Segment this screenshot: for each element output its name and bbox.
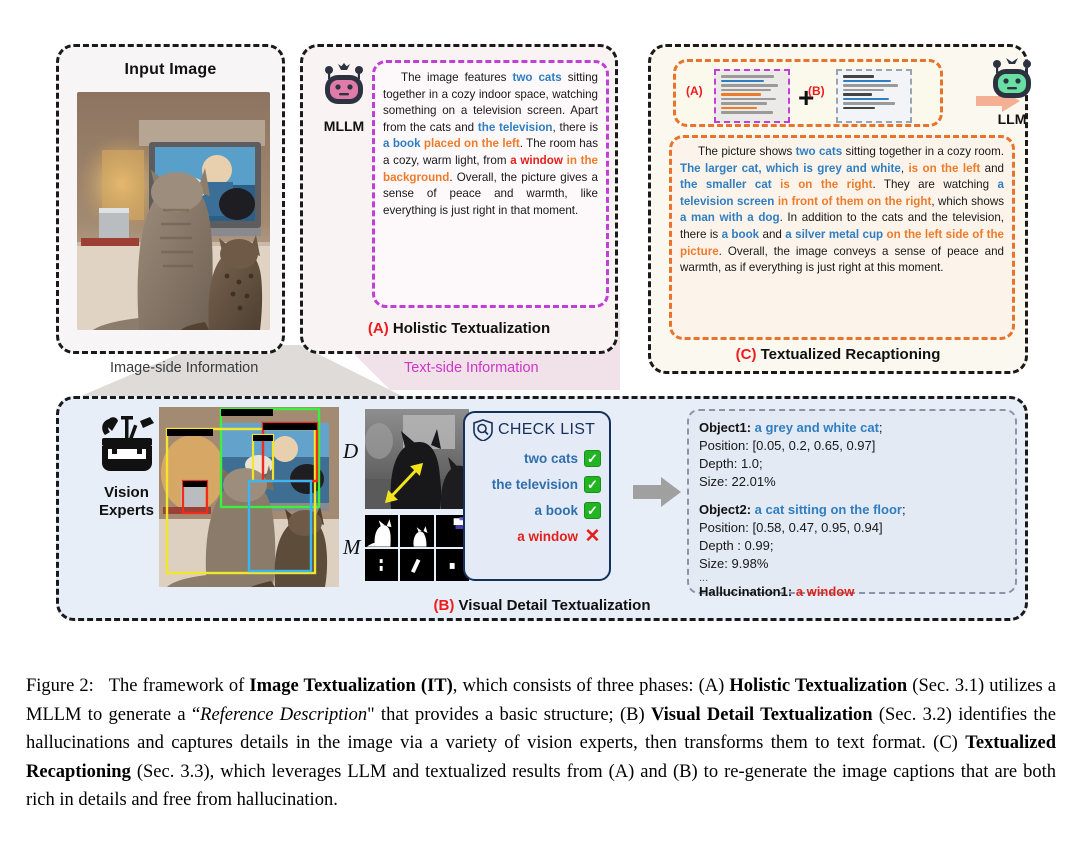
segmentation-mask-grid: [365, 515, 469, 581]
object-depth-row: Depth: 1.0;: [699, 455, 1005, 473]
input-photo: [77, 92, 270, 330]
holistic-caption-tag: (A): [367, 320, 389, 337]
depth-value: 1.0;: [740, 456, 763, 471]
object-details-box: Object1: a grey and white cat; Position:…: [687, 409, 1017, 599]
position-label: Position:: [699, 438, 749, 453]
figure-number: Figure 2:: [26, 676, 94, 696]
textualized-recaptioning-panel: (A) + (B) LLM The picture shows two cats…: [648, 44, 1031, 374]
object-size-row: Size: 9.98%: [699, 555, 1005, 573]
object-value: a grey and white cat: [754, 420, 879, 435]
object-key: Object1: [699, 420, 747, 435]
check-list-item-the-television[interactable]: the television ✓: [473, 476, 601, 493]
visual-detail-caption-tag: (B): [433, 597, 455, 614]
object-ellipsis: ...: [699, 572, 709, 584]
llm-label: LLM: [997, 111, 1027, 127]
check-icon: ✓: [584, 502, 601, 519]
object-name-row: Object2: a cat sitting on the floor;: [699, 502, 906, 517]
check-icon: ✓: [584, 476, 601, 493]
input-image-title: Input Image: [124, 61, 217, 78]
recaption-caption: (C) Textualized Recaptioning: [651, 346, 1025, 363]
mllm-model: MLLM: [315, 61, 373, 134]
recaption-caption-tag: (C): [735, 346, 757, 363]
detection-photo: [159, 407, 339, 587]
recaption-description-text: The picture shows two cats sitting toget…: [680, 145, 1005, 275]
depth-and-mask-column: D M: [341, 407, 479, 587]
check-list-item-a-book[interactable]: a book ✓: [473, 502, 601, 519]
mllm-robot-icon: [325, 63, 363, 104]
depth-label: Depth :: [699, 538, 741, 553]
holistic-caption-text: Holistic Textualization: [392, 320, 551, 337]
cross-icon: ✕: [584, 526, 601, 547]
check-item-label: two cats: [523, 451, 578, 466]
check-item-label: a window: [517, 529, 578, 544]
image-side-information-label: Image-side Information: [110, 360, 259, 376]
mllm-label: MLLM: [323, 118, 365, 134]
depth-value: 0.99;: [744, 538, 774, 553]
mask-cell: [365, 515, 399, 547]
check-item-label: a book: [534, 503, 578, 518]
object-depth-row: Depth : 0.99;: [699, 537, 1005, 555]
check-list-title: CHECK LIST: [498, 421, 596, 438]
depth-label: Depth:: [699, 456, 738, 471]
depth-letter-label: D: [343, 439, 359, 463]
visual-detail-caption: (B) Visual Detail Textualization: [59, 597, 1025, 614]
object-value: a cat sitting on the floor: [754, 502, 902, 517]
depth-map-image: [365, 409, 469, 509]
recaption-caption-text: Textualized Recaptioning: [760, 346, 941, 363]
combo-tag-a: (A): [686, 84, 703, 98]
object-position-row: Position: [0.58, 0.47, 0.95, 0.94]: [699, 519, 1005, 537]
size-label: Size:: [699, 556, 728, 571]
figure-root: Input Image MLLM The image features two …: [0, 0, 1080, 855]
toolbox-icon: [101, 416, 154, 471]
check-icon: ✓: [584, 450, 601, 467]
object-name-row: Object1: a grey and white cat;: [699, 420, 883, 435]
visual-detail-caption-text: Visual Detail Textualization: [458, 597, 651, 614]
check-item-label: the television: [491, 477, 578, 492]
mask-letter-label: M: [343, 535, 361, 559]
check-list-panel: CHECK LIST two cats ✓ the television ✓ a…: [463, 411, 611, 581]
object-position-row: Position: [0.05, 0.2, 0.65, 0.97]: [699, 437, 1005, 455]
position-value: [0.05, 0.2, 0.65, 0.97]: [752, 438, 876, 453]
size-value: 9.98%: [731, 556, 769, 571]
mini-doc-a: [714, 69, 790, 123]
check-list-header: CHECK LIST: [473, 419, 601, 441]
size-value: 22.01%: [731, 474, 776, 489]
mask-cell: [400, 515, 434, 547]
holistic-description-box: The image features two cats sitting toge…: [372, 60, 609, 308]
recaption-inputs-combo: (A) + (B): [673, 59, 1020, 127]
visual-detail-textualization-panel: Vision Experts D M CHECK LIST two cats ✓…: [56, 396, 1028, 621]
object-size-row: Size: 22.01%: [699, 473, 1005, 491]
arrow-right-icon: [633, 477, 681, 507]
recaption-description-box: The picture shows two cats sitting toget…: [669, 135, 1015, 340]
check-list-item-a-window[interactable]: a window ✕: [473, 526, 601, 547]
mask-cell: [400, 549, 434, 581]
shield-search-icon: [473, 419, 493, 441]
text-side-information-label: Text-side Information: [404, 360, 539, 376]
position-value: [0.58, 0.47, 0.95, 0.94]: [752, 520, 883, 535]
size-label: Size:: [699, 474, 728, 489]
holistic-textualization-panel: MLLM The image features two cats sitting…: [300, 44, 618, 354]
mask-cell: [365, 549, 399, 581]
input-image-panel: Input Image: [56, 44, 285, 354]
figure-caption: Figure 2: The framework of Image Textual…: [26, 672, 1056, 815]
position-label: Position:: [699, 520, 749, 535]
check-list-item-two-cats[interactable]: two cats ✓: [473, 450, 601, 467]
holistic-caption: (A) Holistic Textualization: [303, 320, 615, 337]
llm-robot-icon: [993, 58, 1031, 98]
combo-tag-b: (B): [808, 84, 825, 98]
figure-caption-body: The framework of Image Textualization (I…: [26, 676, 1057, 810]
object-key: Object2: [699, 502, 747, 517]
llm-model: LLM: [983, 55, 1041, 127]
mini-doc-b: [836, 69, 912, 123]
holistic-description-text: The image features two cats sitting toge…: [383, 71, 599, 217]
